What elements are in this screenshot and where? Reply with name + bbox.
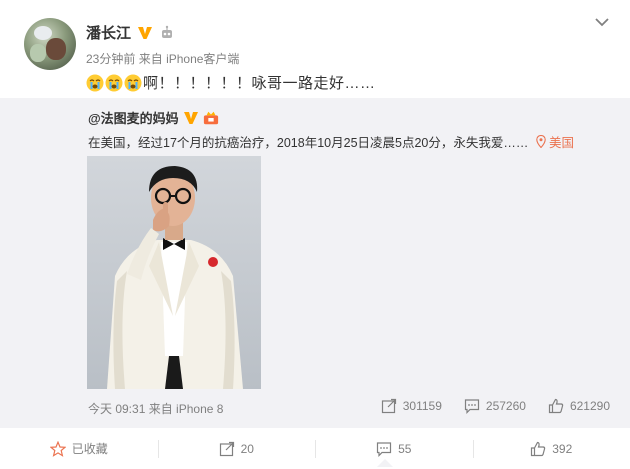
robot-icon — [162, 25, 173, 38]
repost-source[interactable]: 来自 iPhone 8 — [149, 402, 224, 416]
location-label: 美国 — [549, 136, 575, 150]
comment-caret — [377, 459, 393, 467]
thumbs-up-icon — [531, 441, 546, 456]
author-line: 潘长江 — [86, 22, 175, 43]
favorite-label: 已收藏 — [71, 442, 108, 456]
forward-icon — [381, 398, 396, 414]
original-author-name[interactable]: @法图麦的妈妈 — [88, 108, 179, 127]
verified-badge-icon — [138, 26, 153, 39]
forward-icon — [219, 441, 234, 456]
comment-count-value: 257260 — [485, 399, 526, 413]
action-bar: 已收藏 20 55 392 — [0, 427, 630, 469]
location-pin-icon — [536, 135, 546, 148]
avatar[interactable] — [24, 18, 76, 70]
like-count-value: 621290 — [569, 399, 610, 413]
chevron-down-icon[interactable] — [594, 16, 610, 28]
member-badge-icon[interactable] — [203, 110, 219, 126]
repost-footer: 今天 09:31 来自 iPhone 8 — [88, 400, 223, 417]
crying-face-icon — [86, 74, 104, 91]
like-count[interactable]: 621290 — [548, 398, 610, 414]
comment-button[interactable]: 55 — [315, 428, 473, 469]
comment-count: 55 — [398, 441, 412, 456]
original-text[interactable]: 在美国，经过17个月的抗癌治疗，2018年10月25日凌晨5点20分，永失我爱…… — [88, 132, 528, 151]
source-prefix: 来自 — [138, 52, 163, 66]
post-photo[interactable] — [87, 156, 261, 389]
like-count: 392 — [552, 441, 573, 456]
comment-icon — [464, 399, 480, 414]
star-icon — [49, 440, 66, 457]
post-source[interactable]: iPhone客户端 — [166, 52, 239, 66]
post-meta: 23分钟前 来自 iPhone客户端 — [86, 50, 239, 67]
verified-badge-icon — [183, 111, 198, 124]
repost-stats: 301159 257260 621290 — [381, 398, 610, 414]
like-button[interactable]: 392 — [472, 428, 630, 469]
comment-icon — [376, 441, 392, 457]
forward-count: 20 — [240, 441, 254, 456]
author-name[interactable]: 潘长江 — [86, 22, 131, 43]
crying-face-icon — [105, 74, 123, 91]
weibo-card: 潘长江 23分钟前 来自 iPhone客户端 啊！！！！！！咏哥一路走好…… @… — [0, 0, 630, 469]
post-time[interactable]: 23分钟前 — [86, 52, 135, 66]
photo-illustration — [87, 156, 261, 389]
original-author-line: @法图麦的妈妈 — [88, 108, 219, 127]
repost-count-value: 301159 — [402, 399, 442, 413]
repost-time[interactable]: 今天 09:31 — [88, 402, 145, 416]
post-text-content: 啊！！！！！！咏哥一路走好…… — [143, 75, 376, 92]
repost-count[interactable]: 301159 — [381, 398, 442, 414]
repost-block[interactable]: @法图麦的妈妈 在美国，经过17个月的抗癌治疗，2018年10月25日凌晨5点2… — [0, 98, 630, 427]
post-text: 啊！！！！！！咏哥一路走好…… — [86, 72, 376, 93]
crying-face-icon — [124, 74, 142, 91]
forward-button[interactable]: 20 — [157, 428, 316, 469]
comment-count[interactable]: 257260 — [464, 398, 526, 414]
thumbs-up-icon — [548, 398, 564, 414]
location-link[interactable]: 美国 — [536, 132, 574, 151]
favorite-button[interactable]: 已收藏 — [0, 428, 158, 469]
